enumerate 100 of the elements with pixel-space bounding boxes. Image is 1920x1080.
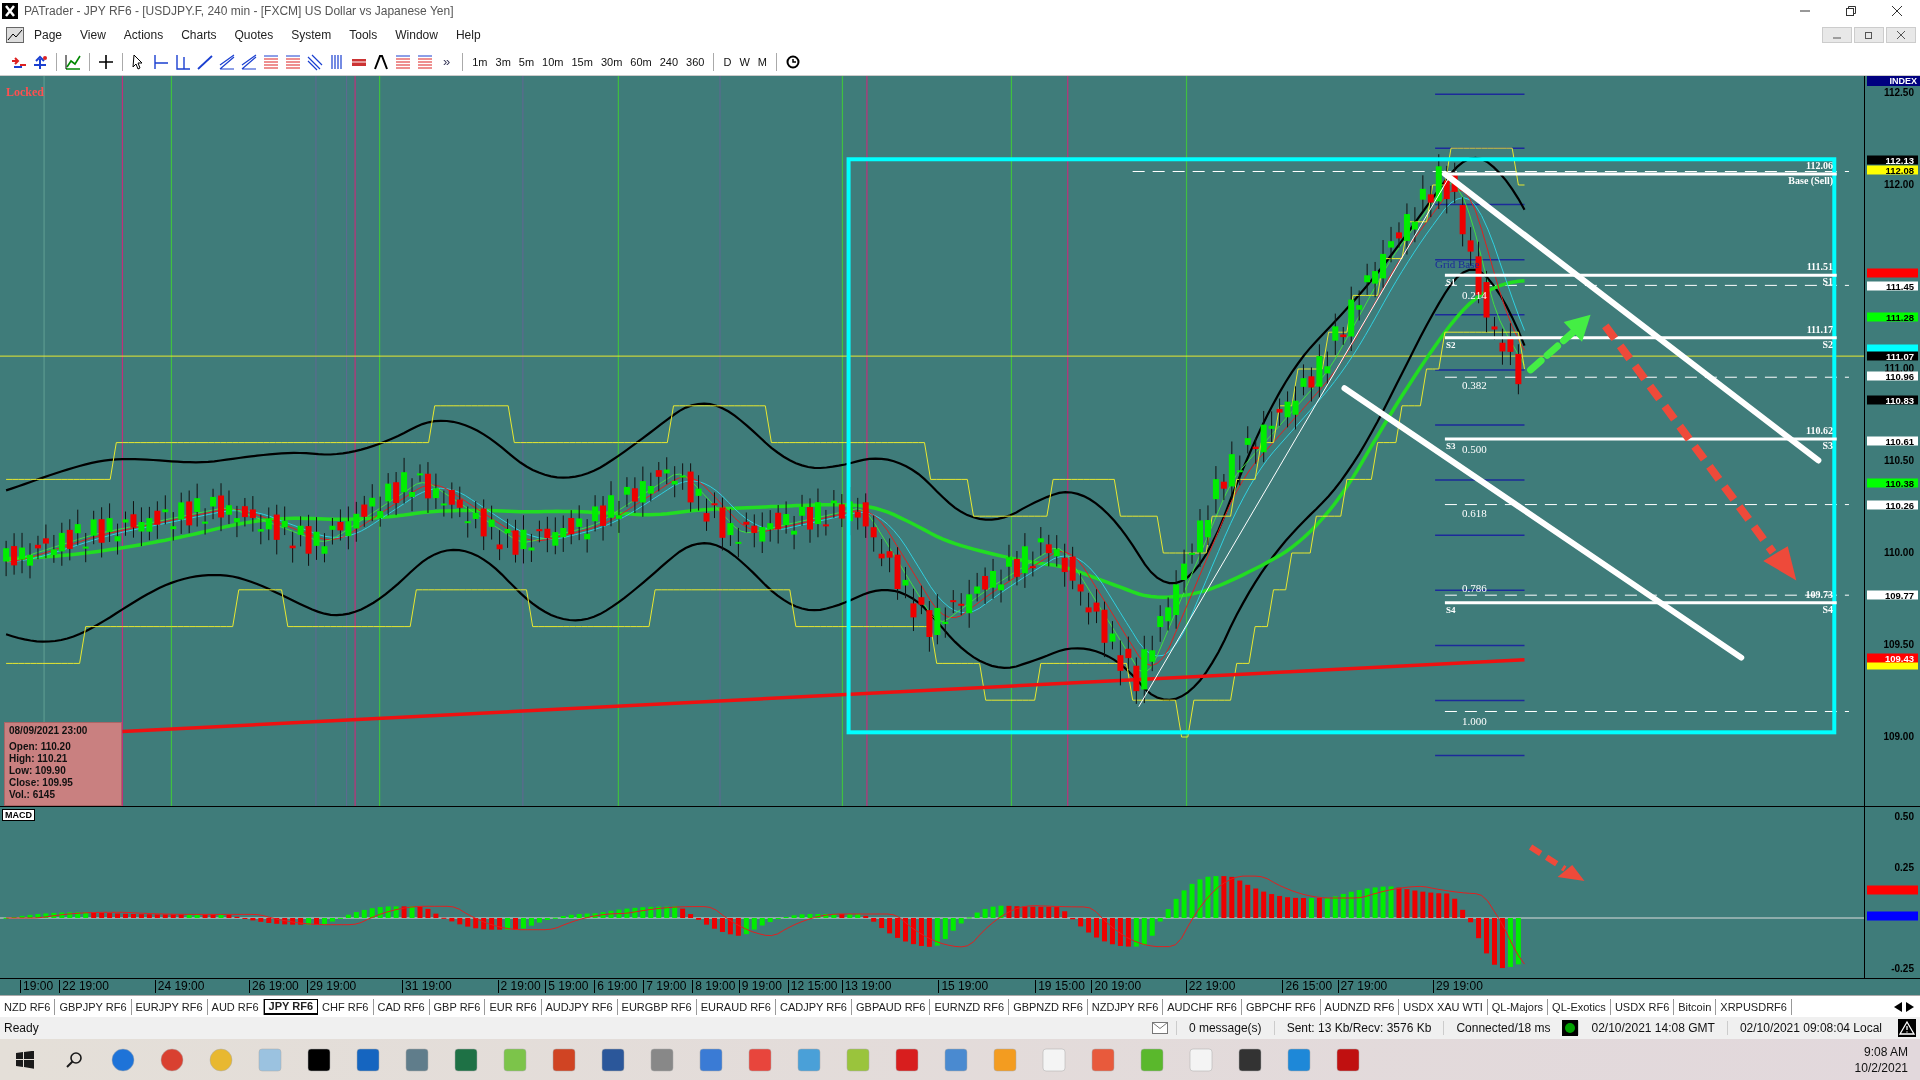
symbol-tab[interactable]: XRPUSDRF6 <box>1716 998 1792 1015</box>
symbol-tab[interactable]: CHF RF6 <box>318 998 374 1015</box>
symbol-tab[interactable]: QL-Exotics <box>1548 998 1611 1015</box>
time-label: 13 19:00 <box>841 980 892 993</box>
price-tag: 111.28 <box>1867 312 1918 322</box>
timeframe-button[interactable]: 10m <box>539 55 567 68</box>
time-label: 20 19:00 <box>1091 980 1142 993</box>
period-button[interactable]: W <box>736 55 753 68</box>
messages-text: 0 message(s) <box>1175 1021 1274 1035</box>
period-button[interactable]: D <box>720 55 735 68</box>
bar-date: 08/09/2021 23:00 <box>9 725 89 737</box>
symbol-tab[interactable]: JPY RF6 <box>263 998 319 1015</box>
lock-status: Locked <box>6 85 44 99</box>
price-tag: 112.13 <box>1867 155 1918 165</box>
symbol-tab[interactable]: NZD RF6 <box>0 998 56 1015</box>
bar-value: Open: 110.20 <box>9 741 72 753</box>
macd-chart[interactable]: MACD <box>0 807 1865 979</box>
status-text: Ready <box>3 1021 40 1035</box>
bar-value: Vol.: 6145 <box>9 789 56 801</box>
price-tag: 110.83 <box>1867 395 1918 405</box>
price-tag: 112.08 <box>1867 165 1918 175</box>
indicator-label: MACD <box>2 809 35 821</box>
symbol-tab[interactable]: AUDNZD RF6 <box>1320 998 1400 1015</box>
time-label: 29 19:00 <box>1433 980 1483 993</box>
price-tag: 110.26 <box>1867 500 1918 510</box>
fibonacci-label: 0.618 <box>1462 506 1487 519</box>
time-label: 22 19:00 <box>1185 980 1236 993</box>
symbol-tab[interactable]: GBPCHF RF6 <box>1241 998 1321 1015</box>
menu-item[interactable]: Charts <box>173 26 225 44</box>
time-label: 24 19:00 <box>154 980 205 993</box>
time-label: 9 19:00 <box>738 980 782 993</box>
timeframe-button[interactable]: 240 <box>656 55 682 68</box>
time-label: 26 15:00 <box>1282 980 1333 993</box>
timeframe-button[interactable]: 360 <box>683 55 708 68</box>
menu-item[interactable]: Window <box>387 26 446 44</box>
symbol-tab[interactable]: CADJPY RF6 <box>775 998 852 1015</box>
menu-item[interactable]: Page <box>26 26 71 44</box>
symbol-tab[interactable]: AUDCHF RF6 <box>1163 998 1242 1015</box>
index-label: INDEX <box>1867 76 1920 86</box>
price-tick: 112.00 <box>1883 180 1914 190</box>
clock-date: 10/2/2021 <box>1854 1060 1908 1075</box>
menu-item[interactable]: Quotes <box>226 26 282 44</box>
symbol-tab[interactable]: GBP RF6 <box>429 998 486 1015</box>
symbol-tab[interactable]: GBPAUD RF6 <box>852 998 931 1015</box>
symbol-tab[interactable]: QL-Majors <box>1487 998 1549 1015</box>
symbol-tab[interactable]: NZDJPY RF6 <box>1087 998 1164 1015</box>
symbol-tab[interactable]: USDX RF6 <box>1610 998 1675 1015</box>
price-tick: 109.50 <box>1883 640 1914 650</box>
menu-item[interactable]: System <box>283 26 340 44</box>
price-tick: 110.00 <box>1883 548 1914 558</box>
timeframe-button[interactable]: 30m <box>597 55 626 68</box>
time-label: 19:00 <box>20 980 54 993</box>
period-button[interactable]: M <box>754 55 770 68</box>
fibonacci-label: 1.000 <box>1462 714 1487 727</box>
price-tag: 109.77 <box>1867 590 1918 600</box>
traffic-text: Sent: 13 Kb/Recv: 3576 Kb <box>1273 1021 1444 1035</box>
level-label: S3 <box>1822 439 1834 451</box>
menu-item[interactable]: Tools <box>341 26 386 44</box>
symbol-tab[interactable]: GBPNZD RF6 <box>1009 998 1088 1015</box>
local-time: 02/10/2021 09:08:04 Local <box>1726 1021 1894 1035</box>
symbol-tab[interactable]: EURGBP RF6 <box>617 998 697 1015</box>
time-label: 31 19:00 <box>402 980 452 993</box>
level-label: S3 <box>1446 440 1456 451</box>
fibonacci-label: 0.382 <box>1462 379 1487 392</box>
timeframe-button[interactable]: 15m <box>568 55 596 68</box>
level-price: 111.17 <box>1806 323 1834 335</box>
price-tick: 112.50 <box>1883 88 1914 98</box>
symbol-tab[interactable]: Bitcoin <box>1674 998 1717 1015</box>
level-price: 112.06 <box>1806 159 1834 171</box>
timeframe-button[interactable]: 5m <box>515 55 538 68</box>
time-label: 19 15:00 <box>1035 980 1085 993</box>
clock-time: 9:08 AM <box>1863 1044 1908 1059</box>
symbol-tab[interactable]: GBPJPY RF6 <box>55 998 132 1015</box>
symbol-tab[interactable]: USDX XAU WTI <box>1399 998 1488 1015</box>
bar-value: High: 110.21 <box>9 753 69 765</box>
bar-value: Close: 109.95 <box>9 777 74 789</box>
menu-item[interactable]: Help <box>447 26 489 44</box>
menu-item[interactable]: View <box>72 26 114 44</box>
symbol-tab[interactable]: EURNZD RF6 <box>930 998 1010 1015</box>
timeframe-button[interactable]: 3m <box>492 55 514 68</box>
fibonacci-label: 0.500 <box>1462 443 1487 455</box>
timeframe-button[interactable]: 60m <box>627 55 655 68</box>
overflow-button[interactable]: » <box>437 54 457 69</box>
price-tick: 110.50 <box>1883 456 1914 466</box>
timeframe-button[interactable]: 1m <box>469 55 491 68</box>
time-label: 22 19:00 <box>59 980 109 993</box>
symbol-tab[interactable]: CAD RF6 <box>373 998 430 1015</box>
menu-item[interactable]: Actions <box>115 26 172 44</box>
level-label: S4 <box>1446 604 1456 615</box>
level-label: S2 <box>1446 339 1456 350</box>
symbol-tab[interactable]: EURAUD RF6 <box>696 998 776 1015</box>
price-tag: 109.43 <box>1867 653 1918 663</box>
fibonacci-label: 0.786 <box>1462 582 1487 595</box>
level-price: 111.51 <box>1806 261 1834 273</box>
level-label: S1 <box>1822 276 1834 288</box>
window-title: PATrader - JPY RF6 - [USDJPY.F, 240 min - [FXCM] US Dollar vs Japanese Yen] <box>24 4 455 18</box>
symbol-tab[interactable]: EUR RF6 <box>485 998 542 1015</box>
symbol-tab[interactable]: AUD RF6 <box>207 998 264 1015</box>
symbol-tab[interactable]: AUDJPY RF6 <box>541 998 618 1015</box>
symbol-tab[interactable]: EURJPY RF6 <box>131 998 208 1015</box>
